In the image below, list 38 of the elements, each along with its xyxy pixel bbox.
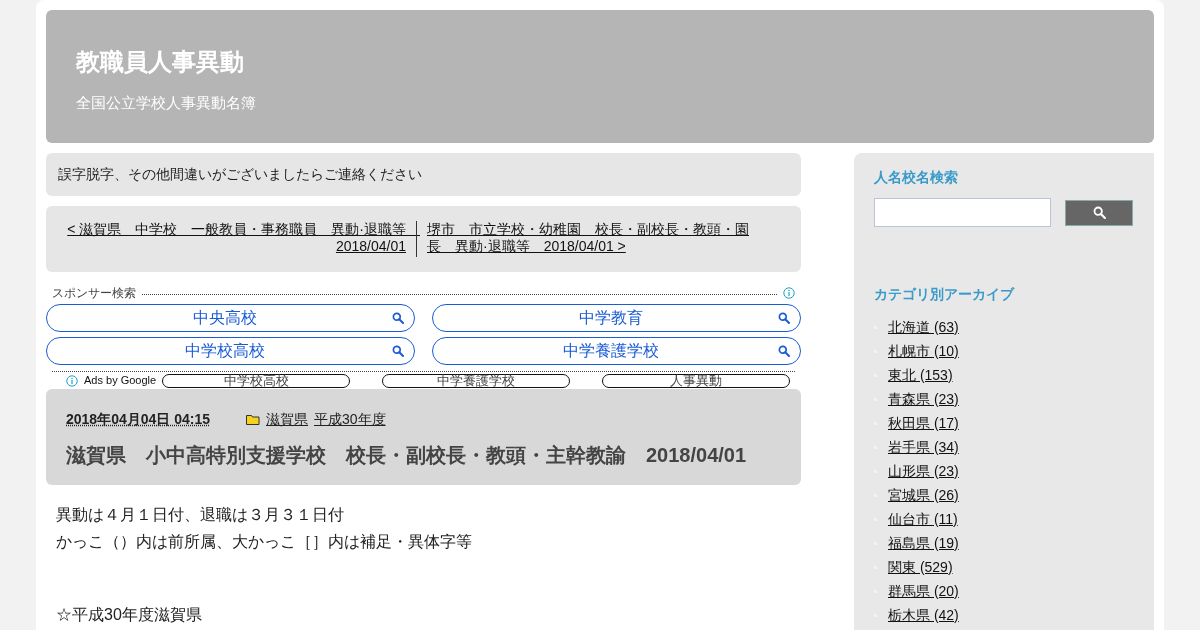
previous-post-link[interactable]: < 滋賀県 中学校 一般教員・事務職員 異動·退職等 2018/04/01: [46, 221, 406, 255]
search-icon: [392, 312, 404, 324]
search-button[interactable]: [1065, 199, 1133, 226]
search-icon: [778, 345, 790, 357]
section-heading: ☆平成30年度滋賀県: [56, 605, 203, 625]
category-link[interactable]: 滋賀県: [266, 409, 308, 430]
site-subtitle: 全国公立学校人事異動名簿: [76, 93, 257, 113]
info-icon[interactable]: [66, 374, 78, 387]
archive-category-link[interactable]: 青森県 (23): [888, 388, 959, 410]
category-link[interactable]: 平成30年度: [314, 409, 386, 430]
sidebar-heading: カテゴリ別アーカイブ: [874, 285, 1016, 304]
search-icon: [392, 345, 404, 357]
post-date: 2018年04月04日 04:15: [66, 410, 211, 429]
search-field[interactable]: [874, 198, 1051, 227]
archive-category-link[interactable]: 福島県 (19): [888, 532, 959, 554]
archive-category-link[interactable]: 札幌市 (10): [888, 340, 959, 362]
search-icon: [778, 312, 790, 324]
archive-category-link[interactable]: 宮城県 (26): [888, 484, 959, 506]
search-icon: [1092, 206, 1106, 219]
archive-category-link[interactable]: 群馬県 (20): [888, 580, 959, 602]
next-post-link[interactable]: 堺市 市立学校・幼稚園 校長・副校長・教頭・園長 異動·退職等 2018/04/01 >: [427, 221, 757, 255]
archive-category-link[interactable]: 仙台市 (11): [888, 508, 958, 530]
archive-category-link[interactable]: 岩手県 (34): [888, 436, 959, 458]
notice-text: 誤字脱字、その他間違いがございましたらご連絡ください: [46, 153, 801, 196]
archive-category-link[interactable]: 北海道 (63): [888, 316, 959, 338]
folder-icon: [246, 414, 260, 425]
sidebar-heading: 人名校名検索: [874, 168, 959, 187]
archive-category-link[interactable]: 関東 (529): [888, 556, 953, 578]
body-paragraph: 異動は４月１日付、退職は３月３１日付: [56, 505, 345, 525]
article-title: 滋賀県 小中高特別支援学校 校長・副校長・教頭・主幹教諭 2018/04/01: [66, 443, 748, 468]
archive-category-link[interactable]: 山形県 (23): [888, 460, 959, 482]
archive-category-link[interactable]: 栃木県 (42): [888, 604, 959, 626]
archive-category-link[interactable]: 東北 (153): [888, 364, 953, 386]
archive-category-link[interactable]: 秋田県 (17): [888, 412, 959, 434]
ads-by-google-label: Ads by Google: [84, 373, 157, 389]
sponsor-label: スポンサー検索: [52, 285, 136, 302]
body-paragraph: かっこ（）内は前所属、大かっこ［］内は補足・異体字等: [56, 532, 473, 552]
info-icon[interactable]: [783, 287, 795, 299]
